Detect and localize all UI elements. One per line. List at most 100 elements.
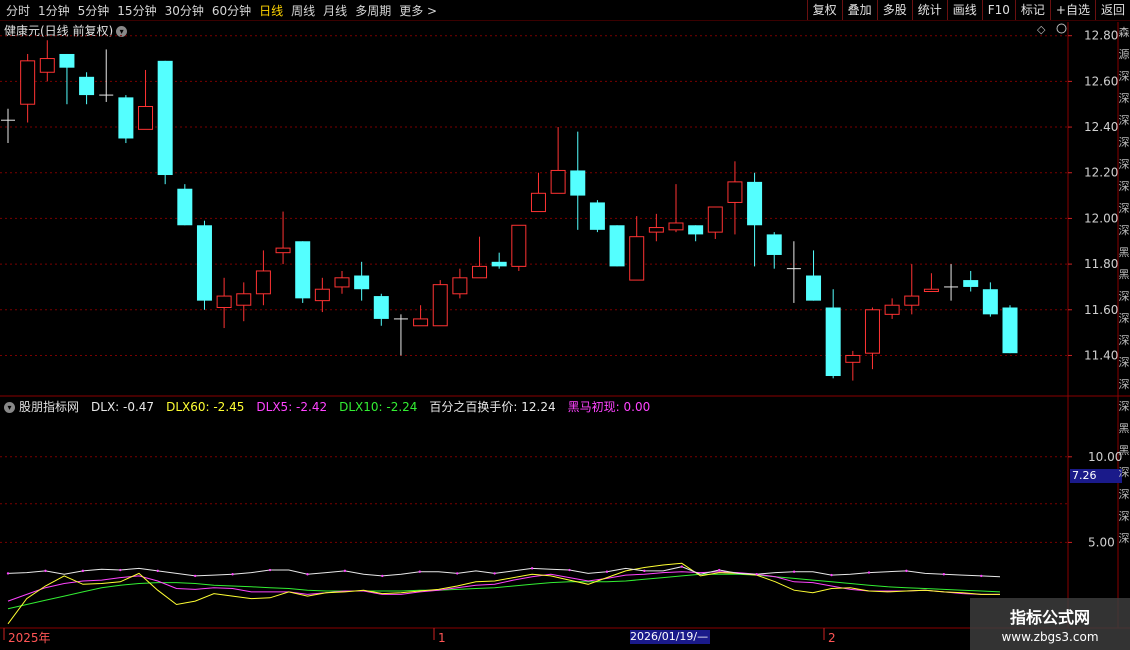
- strip-char: 深: [1118, 466, 1130, 479]
- candle-body-down: [373, 296, 389, 319]
- signal-dot: [755, 573, 758, 576]
- kline-chart[interactable]: 12.80 12.60 12.40 12.20 12.00 11.80 11.60 11.40…: [0, 0, 1130, 650]
- price-label: 11.40: [1084, 348, 1118, 362]
- watermark: 指标公式网 www.zbgs3.com: [970, 598, 1130, 650]
- candle-body-up: [550, 169, 566, 194]
- price-label: 11.80: [1084, 257, 1118, 271]
- candle-body-up: [668, 222, 684, 231]
- strip-char: 黑: [1118, 422, 1130, 435]
- indicator-field-0: DLX: -0.47: [91, 400, 155, 414]
- candle-body-down: [688, 225, 704, 235]
- candle-body-up: [530, 192, 546, 213]
- signal-dot: [44, 569, 47, 573]
- price-label: 12.80: [1084, 29, 1118, 43]
- candle-body-up: [452, 277, 468, 295]
- strip-char: 深: [1118, 400, 1130, 413]
- candle-body-down: [825, 307, 841, 377]
- strip-char: 黑: [1118, 268, 1130, 281]
- candle-body-up: [629, 236, 645, 281]
- candle-body-up: [923, 288, 939, 293]
- indicator-field-2: DLX5: -2.42: [256, 400, 328, 414]
- strip-char: 深: [1118, 312, 1130, 325]
- candle-body-up: [255, 270, 271, 295]
- candle-body-down: [609, 225, 625, 267]
- strip-char: 深: [1118, 290, 1130, 303]
- strip-char: 深: [1118, 356, 1130, 369]
- signal-dot: [193, 574, 197, 578]
- signal-dot: [493, 572, 496, 575]
- price-label: 12.40: [1084, 120, 1118, 134]
- time-label: 1: [438, 631, 446, 645]
- strip-char: 深: [1118, 180, 1130, 193]
- candle-body-up: [275, 247, 291, 254]
- signal-dot: [905, 569, 908, 573]
- candle-body-up: [20, 60, 36, 105]
- candle-body-up: [138, 106, 154, 130]
- candle-body-up: [707, 206, 723, 233]
- signal-dot: [343, 569, 347, 573]
- strip-char: 黑: [1118, 444, 1130, 457]
- candle-body-up: [236, 293, 252, 306]
- candle-body-up: [727, 181, 743, 203]
- dlx-line: [7, 566, 1001, 578]
- candle-body-down: [295, 241, 311, 299]
- candle-body-up: [216, 295, 232, 308]
- candle-body-down: [196, 225, 212, 301]
- candle-body-up: [845, 354, 861, 363]
- candle-body-down: [354, 275, 370, 290]
- strip-char: 黑: [1118, 246, 1130, 259]
- signal-dot: [306, 573, 309, 576]
- candle-body-up: [511, 224, 527, 267]
- signal-dot: [6, 572, 10, 575]
- signal-dot: [942, 573, 946, 576]
- candle-body-down: [982, 289, 998, 315]
- candle-body-up: [884, 304, 900, 315]
- time-label: 2025年: [8, 631, 51, 645]
- price-label: 12.20: [1084, 166, 1118, 180]
- candle-body-down: [118, 97, 134, 139]
- candle-body-down: [177, 188, 193, 226]
- candle-body-down: [79, 76, 95, 96]
- watermark-url: www.zbgs3.com: [1001, 630, 1099, 644]
- signal-dot: [268, 568, 272, 572]
- candle-body-up: [864, 309, 880, 354]
- candle-body-down: [747, 181, 763, 226]
- strip-char: 深: [1118, 488, 1130, 501]
- indicator-field-1: DLX60: -2.45: [166, 400, 245, 414]
- chevron-down-icon[interactable]: ▾: [4, 402, 15, 413]
- signal-dot: [830, 573, 833, 577]
- candle-body-up: [432, 284, 448, 327]
- signal-dot: [81, 569, 85, 573]
- cursor-date-tag: 2026/01/19/—: [630, 630, 710, 644]
- candle-body-down: [766, 234, 782, 255]
- watermark-title: 指标公式网: [1009, 608, 1090, 627]
- indicator-value-tag: 7.26: [1070, 469, 1122, 483]
- signal-dot: [119, 568, 122, 572]
- signal-dot: [643, 569, 646, 573]
- price-label: 11.60: [1084, 303, 1118, 317]
- signal-dot: [418, 570, 421, 573]
- candle-body-down: [491, 261, 507, 267]
- strip-char: 深: [1118, 202, 1130, 215]
- price-label: 12.00: [1084, 211, 1118, 225]
- indicator-title-bar: ▾ 股朋指标网 DLX: -0.47 DLX60: -2.45 DLX5: -2.42 D…: [4, 398, 662, 415]
- indicator-name: 股朋指标网: [19, 400, 80, 414]
- candle-body-down: [963, 280, 979, 287]
- time-label: 2: [828, 631, 836, 645]
- signal-dot: [980, 574, 983, 578]
- strip-char: 深: [1118, 114, 1130, 127]
- signal-dot: [718, 568, 721, 572]
- candle-body-up: [904, 295, 920, 306]
- signal-dot: [381, 574, 384, 578]
- candle-body-down: [589, 202, 605, 230]
- signal-dot: [605, 570, 609, 573]
- indicator-fields: DLX: -0.47 DLX60: -2.45 DLX5: -2.42 DLX10: …: [85, 400, 656, 414]
- candle-body-up: [314, 288, 330, 302]
- strip-char: 森: [1118, 26, 1130, 39]
- strip-char: 深: [1118, 532, 1130, 545]
- candle-body-up: [39, 58, 55, 73]
- indicator-field-4: 百分之百换手价: 12.24: [429, 400, 556, 414]
- signal-dot: [792, 570, 796, 573]
- indicator-field-5: 黑马初现: 0.00: [567, 400, 651, 414]
- strip-char: 深: [1118, 70, 1130, 83]
